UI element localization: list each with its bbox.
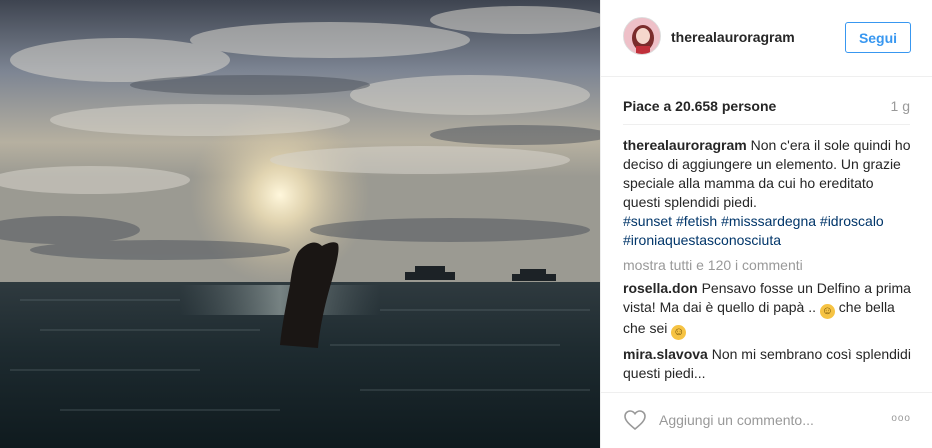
heart-icon[interactable]: [623, 408, 647, 432]
divider: [623, 124, 910, 125]
likes-row: Piace a 20.658 persone 1 g: [623, 98, 910, 118]
show-all-comments-link[interactable]: mostra tutti e 120 i commenti: [623, 256, 913, 275]
post-sidebar: therealauroragram Segui Piace a 20.658 p…: [600, 0, 932, 448]
caption-username[interactable]: therealauroragram: [623, 137, 747, 153]
laughing-emoji-icon: ☺: [819, 304, 835, 319]
comments-section: therealauroragram Non c'era il sole quin…: [623, 136, 913, 388]
avatar[interactable]: [623, 17, 661, 55]
avatar-image: [624, 18, 660, 54]
follow-button[interactable]: Segui: [845, 22, 911, 53]
comment-item: mira.slavova Non mi sembrano così splend…: [623, 345, 913, 383]
post-time[interactable]: 1 g: [891, 98, 910, 114]
more-options-icon[interactable]: ooo: [891, 413, 911, 424]
comment-username[interactable]: rosella.don: [623, 280, 698, 296]
post-header: therealauroragram Segui: [601, 0, 932, 77]
sunset-sea-photo: [0, 0, 600, 448]
caption-hashtags: #sunset #fetish #misssardegna #idroscalo…: [623, 212, 913, 250]
caption: therealauroragram Non c'era il sole quin…: [623, 136, 913, 250]
hashtag-link[interactable]: #idroscalo: [820, 213, 884, 229]
smiling-emoji-icon: ☺: [671, 325, 687, 340]
comment-username[interactable]: mira.slavova: [623, 346, 708, 362]
add-comment-input[interactable]: [659, 408, 879, 432]
post-author-username[interactable]: therealauroragram: [671, 29, 795, 45]
likes-count[interactable]: Piace a 20.658 persone: [623, 98, 776, 114]
hashtag-link[interactable]: #sunset: [623, 213, 672, 229]
hashtag-link[interactable]: #misssardegna: [721, 213, 816, 229]
hashtag-link[interactable]: #fetish: [676, 213, 717, 229]
post-photo[interactable]: [0, 0, 600, 448]
post-footer: ooo: [601, 392, 932, 448]
hashtag-link[interactable]: #ironiaquestasconosciuta: [623, 232, 781, 248]
instagram-post: therealauroragram Segui Piace a 20.658 p…: [0, 0, 932, 448]
comment-item: rosella.don Pensavo fosse un Delfino a p…: [623, 279, 913, 340]
